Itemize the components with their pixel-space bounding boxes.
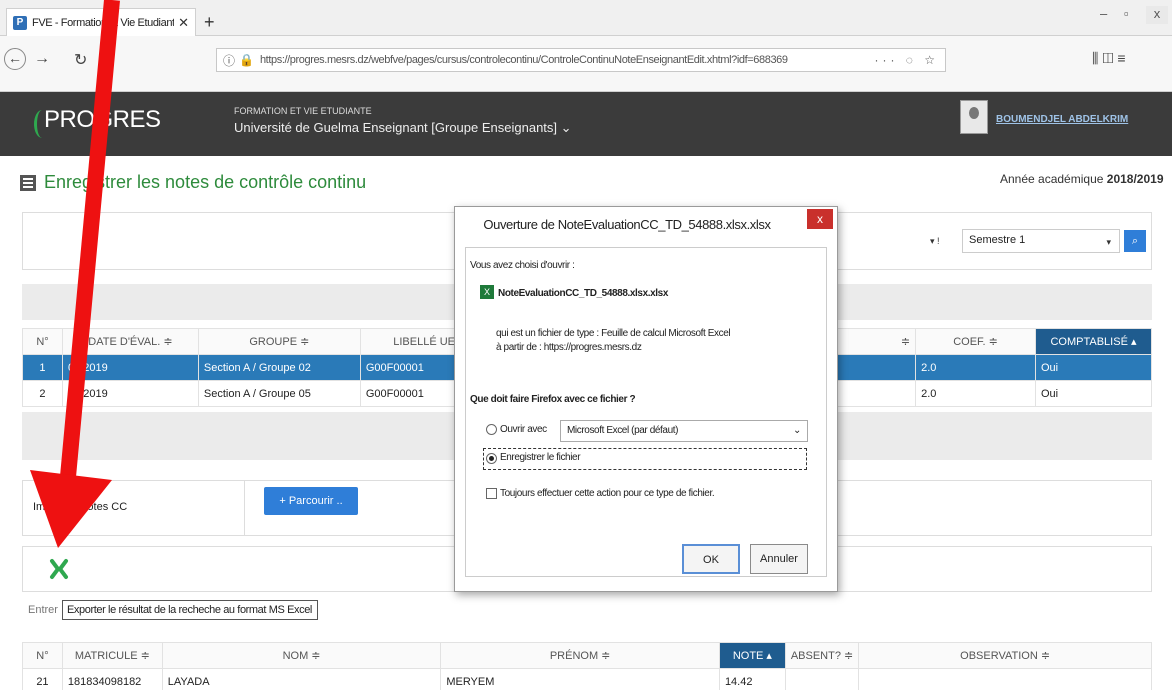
semester-select[interactable]: Semestre 1 ▾ (962, 229, 1120, 253)
row-n: 21 (22, 668, 63, 690)
page-title: Enregistrer les notes de contrôle contin… (44, 172, 367, 192)
col-note[interactable]: NOTE ▴ (718, 642, 786, 669)
row-prenom: MERYEM (440, 668, 720, 690)
save-file-option[interactable]: Enregistrer le fichier (483, 448, 807, 470)
row-n: 2 (22, 380, 63, 407)
back-arrow-icon[interactable]: ← (4, 48, 26, 70)
app-subtitle-small: FORMATION ET VIE ETUDIANTE (234, 106, 372, 116)
dialog-source: à partir de : https://progres.mesrs.dz (496, 342, 642, 353)
year-value: 2018/2019 (1106, 172, 1164, 186)
page-title-row: Enregistrer les notes de contrôle contin… (20, 172, 366, 193)
chevron-down-icon: ▾ (1106, 237, 1111, 247)
browser-tab[interactable]: P FVE - Formation et Vie Etudiante ✕ (6, 8, 196, 36)
search-button[interactable]: ⌕ (1124, 230, 1146, 252)
col-groupe[interactable]: GROUPE ≑ (197, 328, 361, 355)
row-groupe: Section A / Groupe 02 (197, 354, 361, 381)
row-matricule: 181834098182 (61, 668, 163, 690)
username[interactable]: BOUMENDJEL ABDELKRIM (996, 114, 1128, 125)
browser-tab-bar: P FVE - Formation et Vie Etudiante ✕ + –… (0, 0, 1172, 36)
tab-close-icon[interactable]: ✕ (178, 15, 189, 31)
home-icon[interactable]: ⌂ (104, 50, 114, 68)
import-label: Impo des notes CC (33, 501, 128, 513)
open-with-radio[interactable] (486, 424, 497, 435)
row-nom: LAYADA (161, 668, 442, 690)
minimize-icon[interactable]: – (1100, 6, 1107, 21)
open-with-select[interactable]: Microsoft Excel (par défaut) ⌄ (560, 420, 808, 442)
url-tools-icons[interactable]: ··· ◌ ☆ (874, 53, 939, 67)
logo-swoosh-icon (34, 110, 50, 138)
row-comptabilise: Oui (1034, 354, 1153, 381)
notes-header-row: N° MATRICULE ≑ NOM ≑ PRÉNOM ≑ NOTE ▴ ABS… (22, 642, 1152, 669)
dropdown-caret-icon[interactable]: ▾ ! (930, 236, 940, 247)
divider (244, 480, 245, 536)
academic-year: Année académique 2018/2019 (1000, 172, 1164, 186)
dialog-chosen-text: Vous avez choisi d'ouvrir : (470, 260, 575, 271)
menu-icon[interactable] (20, 174, 36, 191)
avatar[interactable] (960, 100, 988, 134)
close-window-icon[interactable]: x (1146, 6, 1168, 24)
reload-icon[interactable]: ↻ (74, 50, 87, 70)
dialog-question: Que doit faire Firefox avec ce fichier ? (470, 394, 636, 405)
row-comptabilise: Oui (1034, 380, 1153, 407)
col-matricule[interactable]: MATRICULE ≑ (61, 642, 163, 669)
progres-logo[interactable]: PROGRES (34, 106, 161, 138)
url-text[interactable]: https://progres.mesrs.dz/webfve/pages/cu… (260, 54, 868, 66)
col-date[interactable]: DATE D'ÉVAL. ≑ (61, 328, 199, 355)
excel-export-icon[interactable] (48, 558, 70, 580)
row-observation-input[interactable] (858, 668, 1152, 690)
always-label[interactable]: Toujours effectuer cette action pour ce … (500, 488, 715, 499)
cancel-button[interactable]: Annuler (750, 544, 808, 574)
excel-file-icon: X (480, 285, 494, 299)
app-header: PROGRES FORMATION ET VIE ETUDIANTE Unive… (0, 92, 1172, 156)
dialog-filetype: qui est un fichier de type : Feuille de … (496, 328, 731, 339)
tab-title: FVE - Formation et Vie Etudiante (32, 16, 175, 29)
logo-text: PROGRES (44, 106, 161, 133)
maximize-icon[interactable]: ▫ (1124, 6, 1129, 21)
semester-value: Semestre 1 (969, 234, 1026, 246)
open-with-label[interactable]: Ouvrir avec (500, 424, 547, 435)
col-nom[interactable]: NOM ≑ (161, 642, 442, 669)
library-sidebar-menu-icons[interactable]: ⫼ ◫ ≡ (1092, 50, 1126, 67)
always-checkbox[interactable] (486, 488, 497, 499)
row-date: 02/2019 (61, 354, 199, 381)
col-absent[interactable]: ABSENT? ≑ (784, 642, 860, 669)
url-bar[interactable]: ⓘ 🔒 https://progres.mesrs.dz/webfve/page… (216, 48, 946, 72)
progres-favicon-icon: P (13, 15, 27, 30)
col-observation[interactable]: OBSERVATION ≑ (858, 642, 1152, 669)
notes-table: N° MATRICULE ≑ NOM ≑ PRÉNOM ≑ NOTE ▴ ABS… (22, 642, 1152, 690)
entrer-label: Entrer (28, 604, 58, 616)
new-tab-button[interactable]: + (204, 12, 215, 33)
dialog-close-button[interactable]: x (807, 209, 833, 229)
dialog-title: Ouverture de NoteEvaluationCC_TD_54888.x… (483, 217, 771, 232)
search-icon: ⌕ (1131, 235, 1139, 247)
row-coef: 2.0 (915, 354, 1036, 381)
chevron-down-icon: ⌄ (793, 425, 801, 436)
col-coef[interactable]: COEF. ≑ (915, 328, 1036, 355)
row-groupe: Section A / Groupe 05 (197, 380, 361, 407)
row-absent-checkbox[interactable] (784, 668, 860, 690)
export-tooltip: Exporter le résultat de la recheche au f… (62, 600, 318, 620)
col-n[interactable]: N° (22, 642, 63, 669)
row-note-input[interactable]: 14.42 (718, 668, 786, 690)
col-comptabilise[interactable]: COMPTABLISÉ ▴ (1034, 328, 1153, 355)
open-with-app: Microsoft Excel (par défaut) (567, 425, 679, 436)
table-row[interactable]: 21 181834098182 LAYADA MERYEM 14.42 (22, 668, 1152, 690)
row-date: 02/2019 (61, 380, 199, 407)
info-icon[interactable]: ⓘ (223, 52, 235, 69)
row-n: 1 (22, 354, 63, 381)
dialog-filename: NoteEvaluationCC_TD_54888.xlsx.xlsx (498, 288, 668, 299)
col-n[interactable]: N° (22, 328, 63, 355)
lock-icon: 🔒 (239, 53, 254, 67)
browse-button[interactable]: + Parcourir .. (264, 487, 358, 515)
col-prenom[interactable]: PRÉNOM ≑ (440, 642, 720, 669)
row-coef: 2.0 (915, 380, 1036, 407)
app-subtitle[interactable]: Université de Guelma Enseignant [Groupe … (234, 120, 572, 136)
forward-arrow-icon[interactable]: → (34, 50, 50, 68)
ok-button[interactable]: OK (682, 544, 740, 574)
year-label: Année académique (1000, 172, 1104, 186)
browser-nav-bar: ← → ↻ ⌂ ⓘ 🔒 https://progres.mesrs.dz/web… (0, 36, 1172, 92)
